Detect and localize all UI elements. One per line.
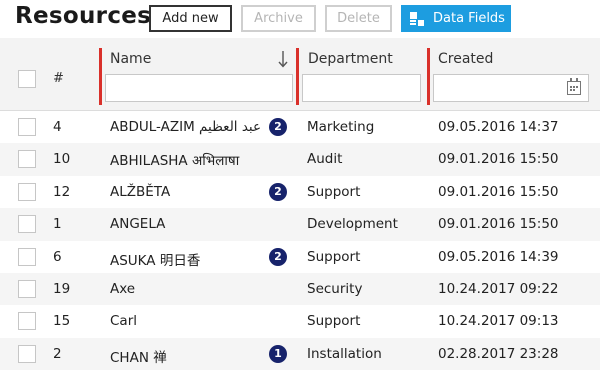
- column-header-department[interactable]: Department: [308, 51, 393, 67]
- count-badge: 2: [269, 118, 287, 136]
- count-badge: 2: [269, 182, 287, 201]
- table-row[interactable]: 4 ABDUL-AZIM عبد العظيم 2 Marketing 09.05.20…: [0, 111, 600, 143]
- cell-id: 12: [53, 183, 71, 200]
- cell-id: 4: [53, 119, 62, 135]
- created-filter-input[interactable]: [433, 74, 589, 102]
- cell-id: 6: [53, 248, 62, 265]
- table-row[interactable]: 19 Axe Security 10.24.2017 09:22: [0, 273, 600, 306]
- cell-department: Development: [307, 216, 398, 233]
- cell-department: Support: [307, 183, 361, 200]
- cell-id: 1: [53, 216, 62, 233]
- cell-created: 09.01.2016 15:50: [438, 216, 559, 233]
- cell-department: Support: [307, 313, 361, 330]
- cell-id: 2: [53, 345, 62, 362]
- cell-name: ABDUL-AZIM عبد العظيم: [110, 119, 262, 135]
- table-row[interactable]: 6 ASUKA 明日香 2 Support 09.05.2016 14:39: [0, 241, 600, 273]
- arrow-down-icon[interactable]: [277, 50, 289, 68]
- column-resize-handle-created[interactable]: [427, 48, 430, 105]
- cell-id: 19: [53, 281, 71, 297]
- cell-id: 10: [53, 151, 71, 168]
- calendar-icon[interactable]: [567, 78, 581, 95]
- name-filter-input[interactable]: [105, 74, 293, 102]
- row-checkbox[interactable]: [18, 312, 36, 331]
- archive-button[interactable]: Archive: [241, 5, 316, 32]
- data-fields-button[interactable]: Data Fields: [401, 5, 511, 32]
- row-checkbox[interactable]: [18, 118, 36, 136]
- toolbar: Resources Add new Archive Delete Data Fi…: [0, 0, 600, 38]
- count-badge: 2: [269, 247, 287, 266]
- select-all-checkbox[interactable]: [18, 70, 36, 88]
- cell-department: Marketing: [307, 119, 375, 135]
- column-header-id: #: [53, 71, 64, 86]
- column-resize-handle-name[interactable]: [99, 48, 102, 105]
- cell-id: 15: [53, 313, 71, 330]
- table-header: # Name Department Created: [0, 38, 600, 111]
- cell-created: 10.24.2017 09:13: [438, 313, 559, 330]
- row-checkbox[interactable]: [18, 247, 36, 266]
- cell-name: ABHILASHA अभिलाषा: [110, 153, 240, 170]
- cell-department: Installation: [307, 345, 382, 362]
- column-resize-handle-department[interactable]: [296, 48, 299, 105]
- cell-name: Axe: [110, 281, 136, 297]
- page-title: Resources: [15, 3, 152, 29]
- cell-created: 10.24.2017 09:22: [438, 281, 559, 297]
- cell-created: 09.05.2016 14:39: [438, 248, 559, 265]
- cell-created: 09.01.2016 15:50: [438, 151, 559, 168]
- cell-department: Support: [307, 248, 361, 265]
- row-checkbox[interactable]: [18, 150, 36, 169]
- table-row[interactable]: 12 ALŽBĚTA 2 Support 09.01.2016 15:50: [0, 176, 600, 208]
- cell-created: 02.28.2017 23:28: [438, 345, 559, 362]
- table-row[interactable]: 10 ABHILASHA अभिलाषा Audit 09.01.2016 15:50: [0, 143, 600, 176]
- row-checkbox[interactable]: [18, 344, 36, 363]
- department-filter-input[interactable]: [302, 74, 421, 102]
- cell-created: 09.05.2016 14:37: [438, 119, 559, 135]
- data-fields-label: Data Fields: [433, 11, 505, 26]
- delete-button[interactable]: Delete: [325, 5, 392, 32]
- cell-department: Audit: [307, 151, 343, 168]
- table-row[interactable]: 15 Carl Support 10.24.2017 09:13: [0, 305, 600, 337]
- table-row[interactable]: 1 ANGELA Development 09.01.2016 15:50: [0, 208, 600, 241]
- row-checkbox[interactable]: [18, 182, 36, 201]
- cell-name: ALŽBĚTA: [110, 183, 171, 200]
- cell-name: CHAN 禅: [110, 349, 167, 366]
- cell-name: ASUKA 明日香: [110, 252, 201, 269]
- count-badge: 1: [269, 344, 287, 363]
- add-new-button[interactable]: Add new: [149, 5, 232, 32]
- data-fields-icon: [410, 12, 424, 26]
- cell-name: Carl: [110, 313, 137, 330]
- cell-department: Security: [307, 281, 363, 297]
- column-header-created[interactable]: Created: [438, 51, 493, 67]
- cell-created: 09.01.2016 15:50: [438, 183, 559, 200]
- table-row[interactable]: 2 CHAN 禅 1 Installation 02.28.2017 23:28: [0, 337, 600, 371]
- cell-name: ANGELA: [110, 216, 166, 233]
- row-checkbox[interactable]: [18, 215, 36, 234]
- row-checkbox[interactable]: [18, 280, 36, 298]
- column-header-name[interactable]: Name: [110, 51, 151, 67]
